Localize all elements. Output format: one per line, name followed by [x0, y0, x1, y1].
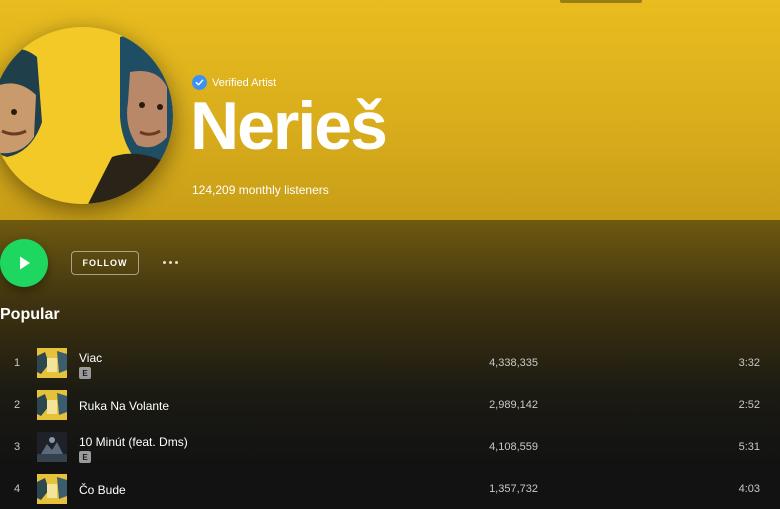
- track-plays: 4,338,335: [489, 357, 538, 369]
- track-duration: 2:52: [738, 399, 760, 411]
- track-duration: 5:31: [738, 441, 760, 453]
- track-plays: 1,357,732: [489, 483, 538, 495]
- explicit-badge: E: [79, 367, 91, 379]
- track-title[interactable]: Viac: [79, 351, 102, 365]
- track-number: 3: [14, 441, 21, 453]
- monthly-listeners: 124,209 monthly listeners: [192, 183, 329, 197]
- track-title[interactable]: 10 Minút (feat. Dms): [79, 435, 188, 449]
- play-button[interactable]: [0, 239, 48, 287]
- track-plays: 2,989,142: [489, 399, 538, 411]
- artist-avatar: [0, 27, 173, 204]
- track-duration: 4:03: [738, 483, 760, 495]
- track-plays: 4,108,559: [489, 441, 538, 453]
- track-row[interactable]: 2 Ruka Na Volante 2,989,142 2:52: [0, 385, 780, 425]
- track-title[interactable]: Čo Bude: [79, 483, 126, 497]
- more-options-dot: [174, 260, 178, 264]
- track-number: 4: [14, 483, 21, 495]
- track-row[interactable]: 3 10 Minút (feat. Dms) E 4,108,559 5:31: [0, 427, 780, 467]
- track-row[interactable]: 4 Čo Bude 1,357,732 4:03: [0, 469, 780, 509]
- track-cover: [37, 348, 67, 378]
- track-cover: [37, 432, 67, 462]
- top-scroll-indicator: [560, 0, 642, 3]
- popular-heading: Popular: [0, 306, 60, 323]
- track-number: 1: [14, 357, 21, 369]
- explicit-badge: E: [79, 451, 91, 463]
- follow-button[interactable]: FOLLOW: [71, 251, 139, 275]
- track-duration: 3:32: [738, 357, 760, 369]
- track-cover: [37, 474, 67, 504]
- track-row[interactable]: 1 Viac E 4,338,335 3:32: [0, 343, 780, 383]
- more-options-dot: [168, 260, 172, 264]
- play-icon: [20, 256, 30, 270]
- track-title[interactable]: Ruka Na Volante: [79, 399, 169, 413]
- track-cover: [37, 390, 67, 420]
- artist-name: Nerieš: [190, 88, 388, 164]
- more-options-icon: [162, 260, 166, 264]
- track-number: 2: [14, 399, 21, 411]
- more-options-button[interactable]: [158, 252, 182, 272]
- verified-label: Verified Artist: [212, 76, 277, 89]
